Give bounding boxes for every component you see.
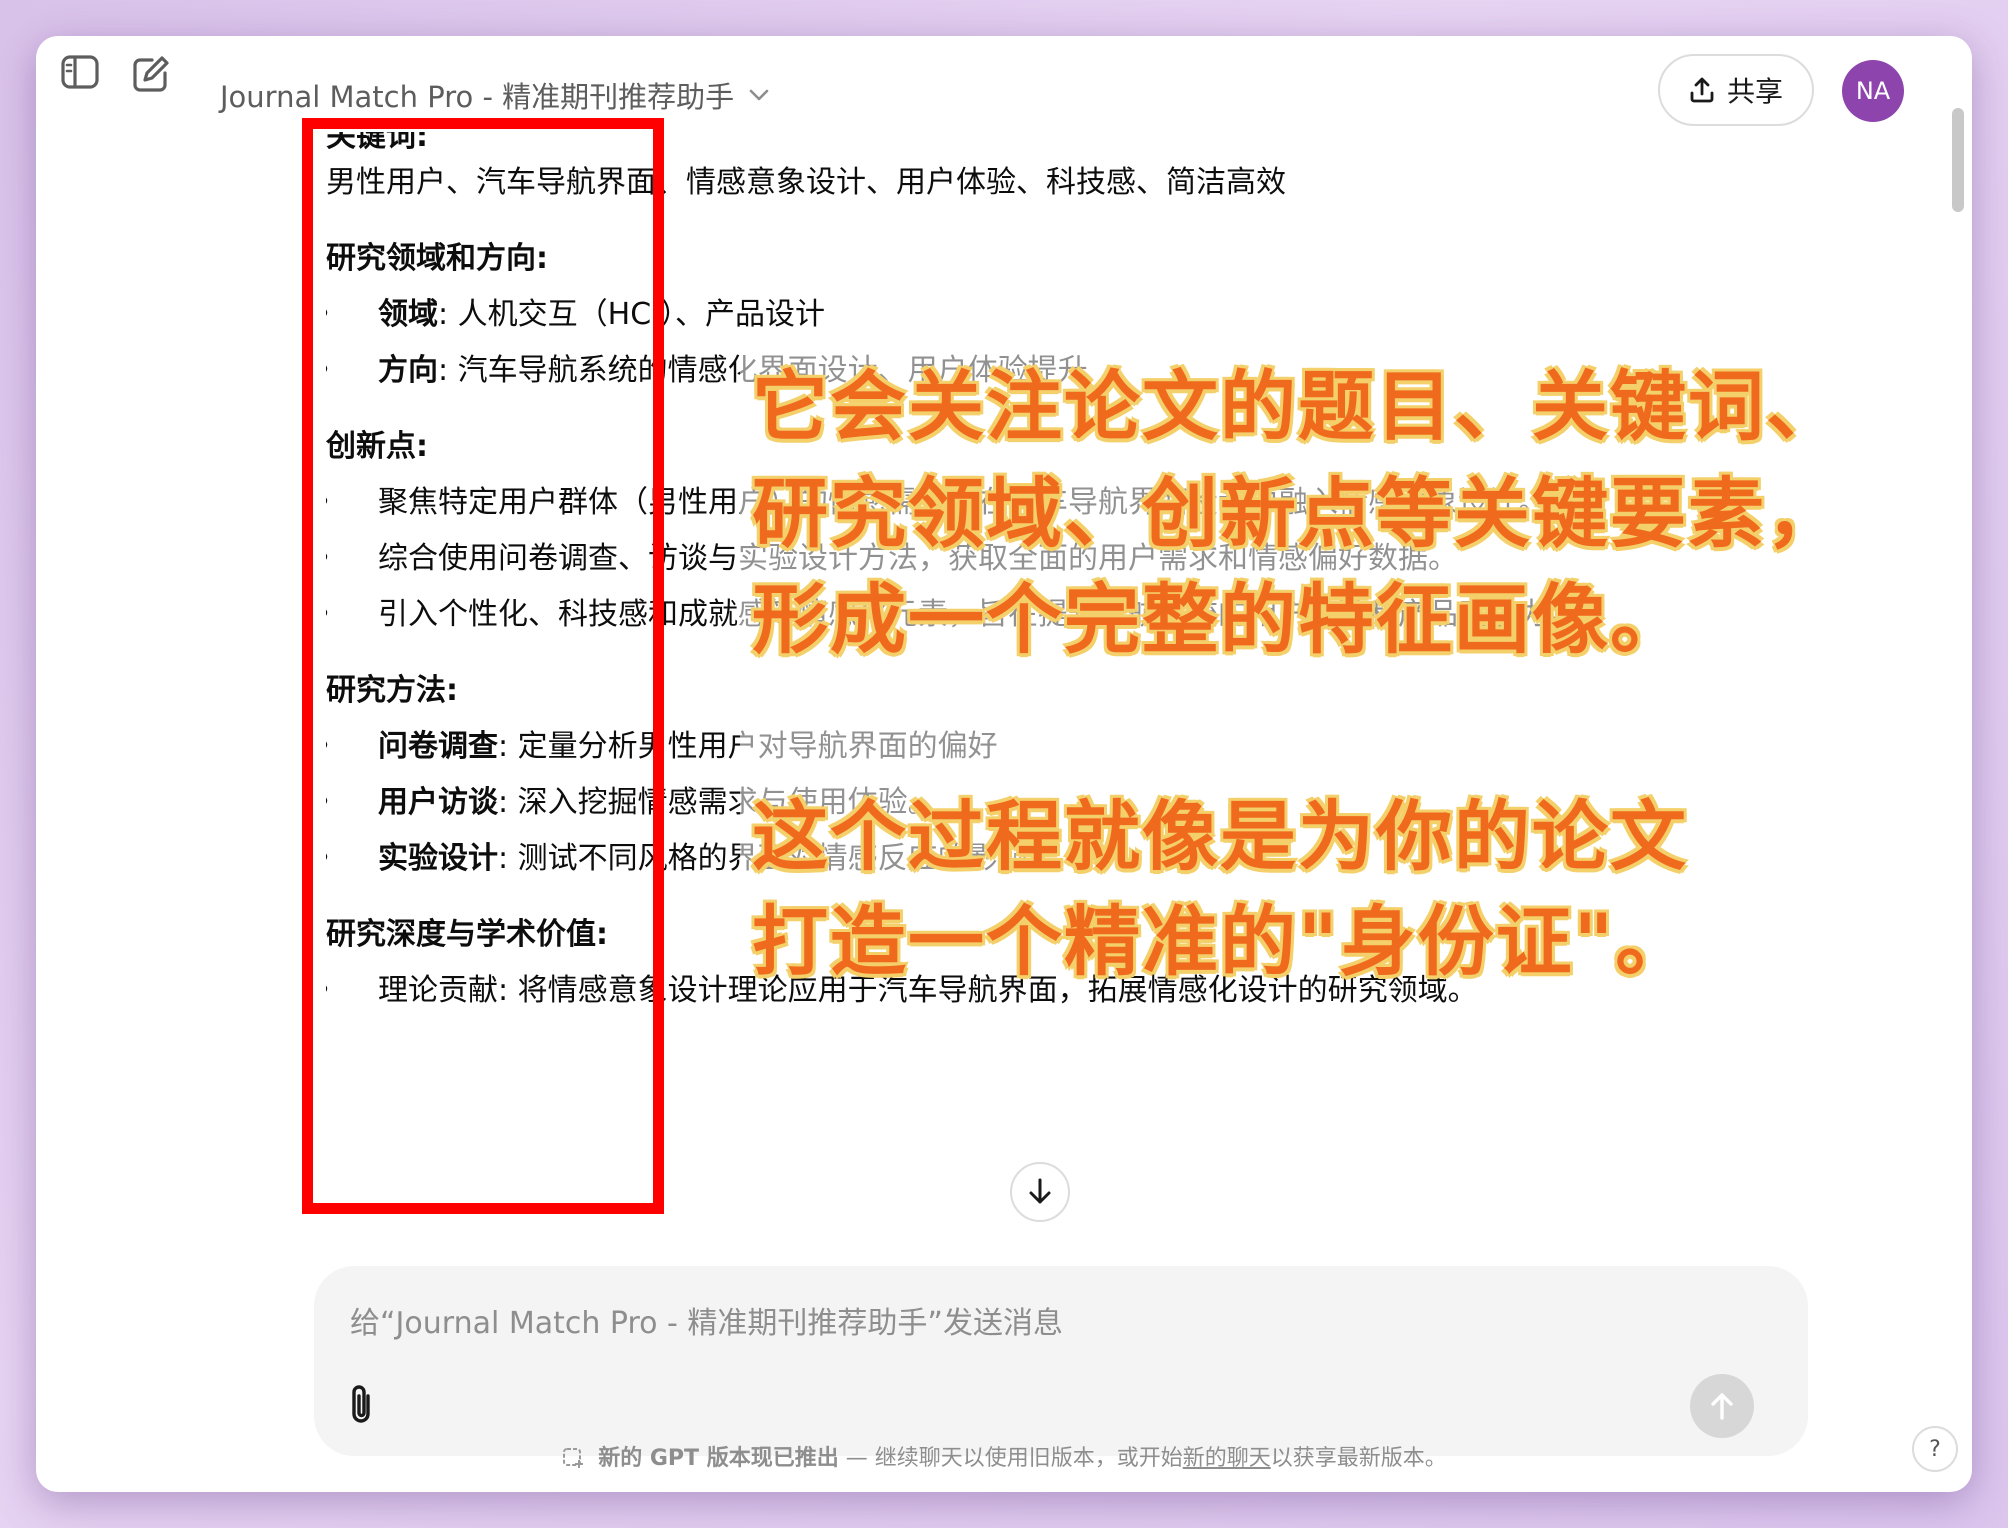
help-button[interactable]: ? (1912, 1426, 1958, 1472)
share-label: 共享 (1726, 75, 1783, 108)
arrow-down-icon (1029, 1178, 1051, 1204)
gpt-title: Journal Match Pro - 精准期刊推荐助手 (220, 80, 735, 114)
new-chat-link[interactable]: 新的聊天 (1183, 1446, 1271, 1471)
annotation-line: 这个过程就像是为你的论文 (752, 792, 1688, 881)
arrow-up-icon (1711, 1393, 1733, 1420)
upload-icon (1690, 77, 1714, 103)
annotation-line: 形成一个完整的特征画像。 (752, 575, 1688, 664)
highlight-box (302, 118, 664, 1214)
annotation-line: 打造一个精准的"身份证"。 (752, 897, 1694, 986)
gpt-update-icon (563, 1448, 584, 1468)
annotation-line: 研究领域、创新点等关键要素， (752, 469, 1844, 558)
avatar[interactable]: NA (1842, 60, 1904, 122)
message-composer[interactable] (314, 1266, 1808, 1456)
version-notice: 新的 GPT 版本现已推出 — 继续聊天以使用旧版本，或开始新的聊天以获享最新版… (36, 1440, 1972, 1472)
share-button[interactable]: 共享 (1658, 54, 1814, 126)
scrollbar-thumb[interactable] (1952, 108, 1964, 212)
notice-suffix: 以获享最新版本。 (1270, 1446, 1447, 1471)
chevron-down-icon (749, 89, 769, 101)
attach-icon[interactable] (346, 1382, 376, 1432)
sidebar-toggle-icon[interactable] (60, 54, 100, 94)
new-chat-icon[interactable] (130, 54, 172, 98)
message-input[interactable]: 给“Journal Match Pro - 精准期刊推荐助手”发送消息 (314, 1298, 1063, 1342)
send-button[interactable] (1690, 1374, 1754, 1438)
notice-prefix: 新的 GPT 版本现已推出 (598, 1446, 839, 1471)
model-selector[interactable]: Journal Match Pro - 精准期刊推荐助手 (220, 74, 770, 116)
scroll-down-button[interactable] (1010, 1162, 1070, 1222)
annotation-line: 它会关注论文的题目、关键词、 (752, 362, 1844, 451)
notice-mid: — 继续聊天以使用旧版本，或开始 (838, 1446, 1183, 1471)
